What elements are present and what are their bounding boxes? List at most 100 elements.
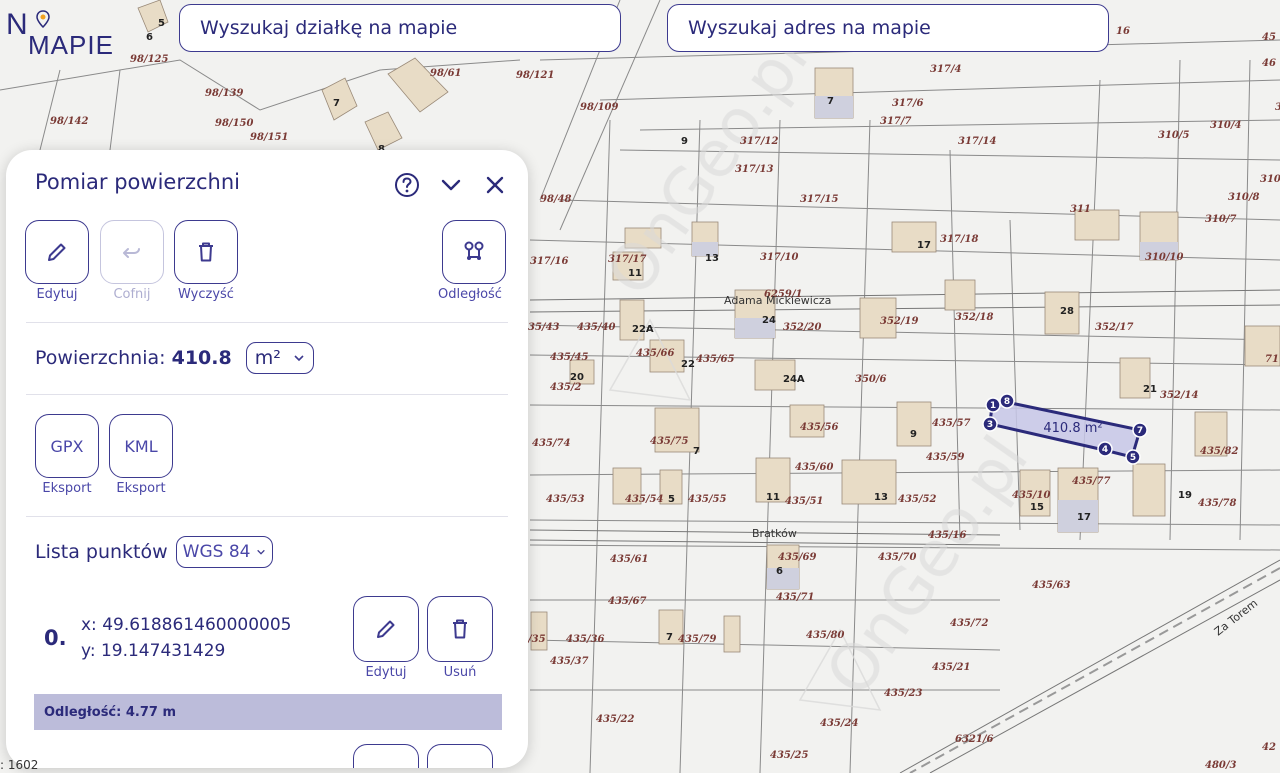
unit-select-value: m² [254, 347, 281, 369]
svg-text:22: 22 [681, 359, 695, 370]
distance-button[interactable] [442, 220, 506, 284]
point-y: y: 19.147431429 [81, 641, 226, 661]
svg-text:435/45: 435/45 [550, 352, 588, 363]
clear-button[interactable] [174, 220, 238, 284]
svg-text:317/6: 317/6 [892, 98, 924, 109]
area-label: Powierzchnia: [35, 347, 166, 369]
undo-button[interactable] [100, 220, 164, 284]
svg-text:435/55: 435/55 [688, 494, 726, 505]
point-delete[interactable]: Usuń [427, 596, 493, 680]
vertex-label: 7 [1137, 426, 1143, 436]
undo-tool[interactable]: Cofnij [100, 220, 164, 302]
next-point-edit-button[interactable] [353, 744, 419, 768]
clear-tool[interactable]: Wyczyść [174, 220, 238, 302]
distance-tool[interactable]: Odległość [438, 220, 506, 302]
point-edit[interactable]: Edytuj [353, 596, 419, 680]
svg-text:28: 28 [1060, 306, 1074, 317]
svg-text:435/72: 435/72 [950, 618, 988, 629]
svg-text:480/3: 480/3 [1205, 760, 1237, 771]
point-x: x: 49.618861460000005 [81, 615, 292, 635]
svg-text:435/51: 435/51 [785, 496, 823, 507]
svg-text:435/57: 435/57 [932, 418, 970, 429]
point-index: 0. [44, 626, 67, 650]
route-icon [464, 241, 484, 260]
svg-text:435/21: 435/21 [932, 662, 970, 673]
svg-text:435/37: 435/37 [550, 656, 588, 667]
svg-text:71: 71 [1265, 354, 1279, 365]
svg-text:317/15: 317/15 [800, 194, 838, 205]
point-delete-label: Usuń [443, 665, 477, 680]
crs-select[interactable]: WGS 84 [175, 536, 274, 568]
logo-letter-n: N [6, 8, 29, 41]
svg-text:317/13: 317/13 [735, 164, 773, 175]
svg-text:98/121: 98/121 [516, 70, 554, 81]
svg-text:6321/6: 6321/6 [955, 734, 993, 745]
svg-text:435/2: 435/2 [550, 382, 582, 393]
clear-label: Wyczyść [178, 287, 234, 302]
svg-text:435/56: 435/56 [800, 422, 838, 433]
panel-header: Pomiar powierzchni [6, 150, 528, 220]
svg-text:310/5: 310/5 [1158, 130, 1190, 141]
edit-tool[interactable]: Edytuj [25, 220, 89, 302]
svg-text:19: 19 [1178, 490, 1192, 501]
trash-icon [453, 619, 467, 639]
unit-select[interactable]: m² [245, 342, 314, 374]
svg-text:435/70: 435/70 [878, 552, 916, 563]
svg-text:435/75: 435/75 [650, 436, 688, 447]
svg-text:435/82: 435/82 [1200, 446, 1238, 457]
svg-text:352/19: 352/19 [880, 316, 918, 327]
svg-text:435/52: 435/52 [898, 494, 936, 505]
svg-text:435/23: 435/23 [884, 688, 922, 699]
svg-text:317/16: 317/16 [530, 256, 568, 267]
svg-text:317/10: 317/10 [760, 252, 798, 263]
export-kml[interactable]: KML Eksport [109, 414, 173, 496]
parcel-search-input[interactable]: Wyszukaj działkę na mapie [179, 4, 621, 52]
svg-text:310/1: 310/1 [1275, 102, 1280, 113]
svg-text:435/78: 435/78 [1198, 498, 1236, 509]
point-edit-button[interactable] [353, 596, 419, 662]
svg-text:22A: 22A [632, 324, 654, 335]
svg-text:352/14: 352/14 [1160, 390, 1198, 401]
export-kml-button[interactable]: KML [109, 414, 173, 478]
svg-text:435/25: 435/25 [770, 750, 808, 761]
svg-text:17: 17 [917, 240, 931, 251]
svg-text:20: 20 [570, 372, 584, 383]
svg-text:42: 42 [1262, 742, 1276, 753]
svg-text:435/36: 435/36 [566, 634, 604, 645]
divider [26, 394, 508, 395]
svg-text:435/22: 435/22 [596, 714, 634, 725]
parcel-search-placeholder: Wyszukaj działkę na mapie [200, 17, 458, 39]
point-coords: x: 49.618861460000005 y: 19.147431429 [81, 612, 291, 664]
na-mapie-logo[interactable]: N MAPIE [6, 8, 136, 60]
point-delete-button[interactable] [427, 596, 493, 662]
area-measure-panel: Pomiar powierzchni Edytuj Cofnij Wyczyść… [6, 150, 528, 768]
help-icon[interactable] [394, 172, 420, 198]
close-icon[interactable] [482, 172, 508, 198]
svg-text:311: 311 [1070, 204, 1091, 215]
svg-text:435/77: 435/77 [1072, 476, 1110, 487]
svg-text:7: 7 [666, 632, 673, 643]
svg-text:17: 17 [1077, 512, 1091, 523]
next-point-delete-button[interactable] [427, 744, 493, 768]
point-edit-label: Edytuj [365, 665, 407, 680]
svg-text:24A: 24A [783, 374, 805, 385]
svg-text:98/48: 98/48 [540, 194, 572, 205]
svg-text:35/43: 35/43 [528, 322, 560, 333]
svg-text:435/59: 435/59 [926, 452, 964, 463]
svg-text:435/80: 435/80 [806, 630, 844, 641]
chevron-down-icon[interactable] [438, 172, 464, 198]
svg-text:98/139: 98/139 [205, 88, 243, 99]
svg-text:16: 16 [1116, 26, 1130, 37]
svg-text:435/61: 435/61 [610, 554, 648, 565]
svg-text:7: 7 [827, 96, 834, 107]
street-label-mickiewicza: Adama Mickiewicza [724, 294, 831, 307]
export-gpx-button[interactable]: GPX [35, 414, 99, 478]
svg-text:21: 21 [1143, 384, 1157, 395]
edit-label: Edytuj [36, 287, 78, 302]
crs-select-value: WGS 84 [182, 542, 251, 562]
pencil-icon [48, 243, 66, 261]
address-search-input[interactable]: Wyszukaj adres na mapie [667, 4, 1109, 52]
export-gpx[interactable]: GPX Eksport [35, 414, 99, 496]
svg-text:352/18: 352/18 [955, 312, 993, 323]
edit-button[interactable] [25, 220, 89, 284]
